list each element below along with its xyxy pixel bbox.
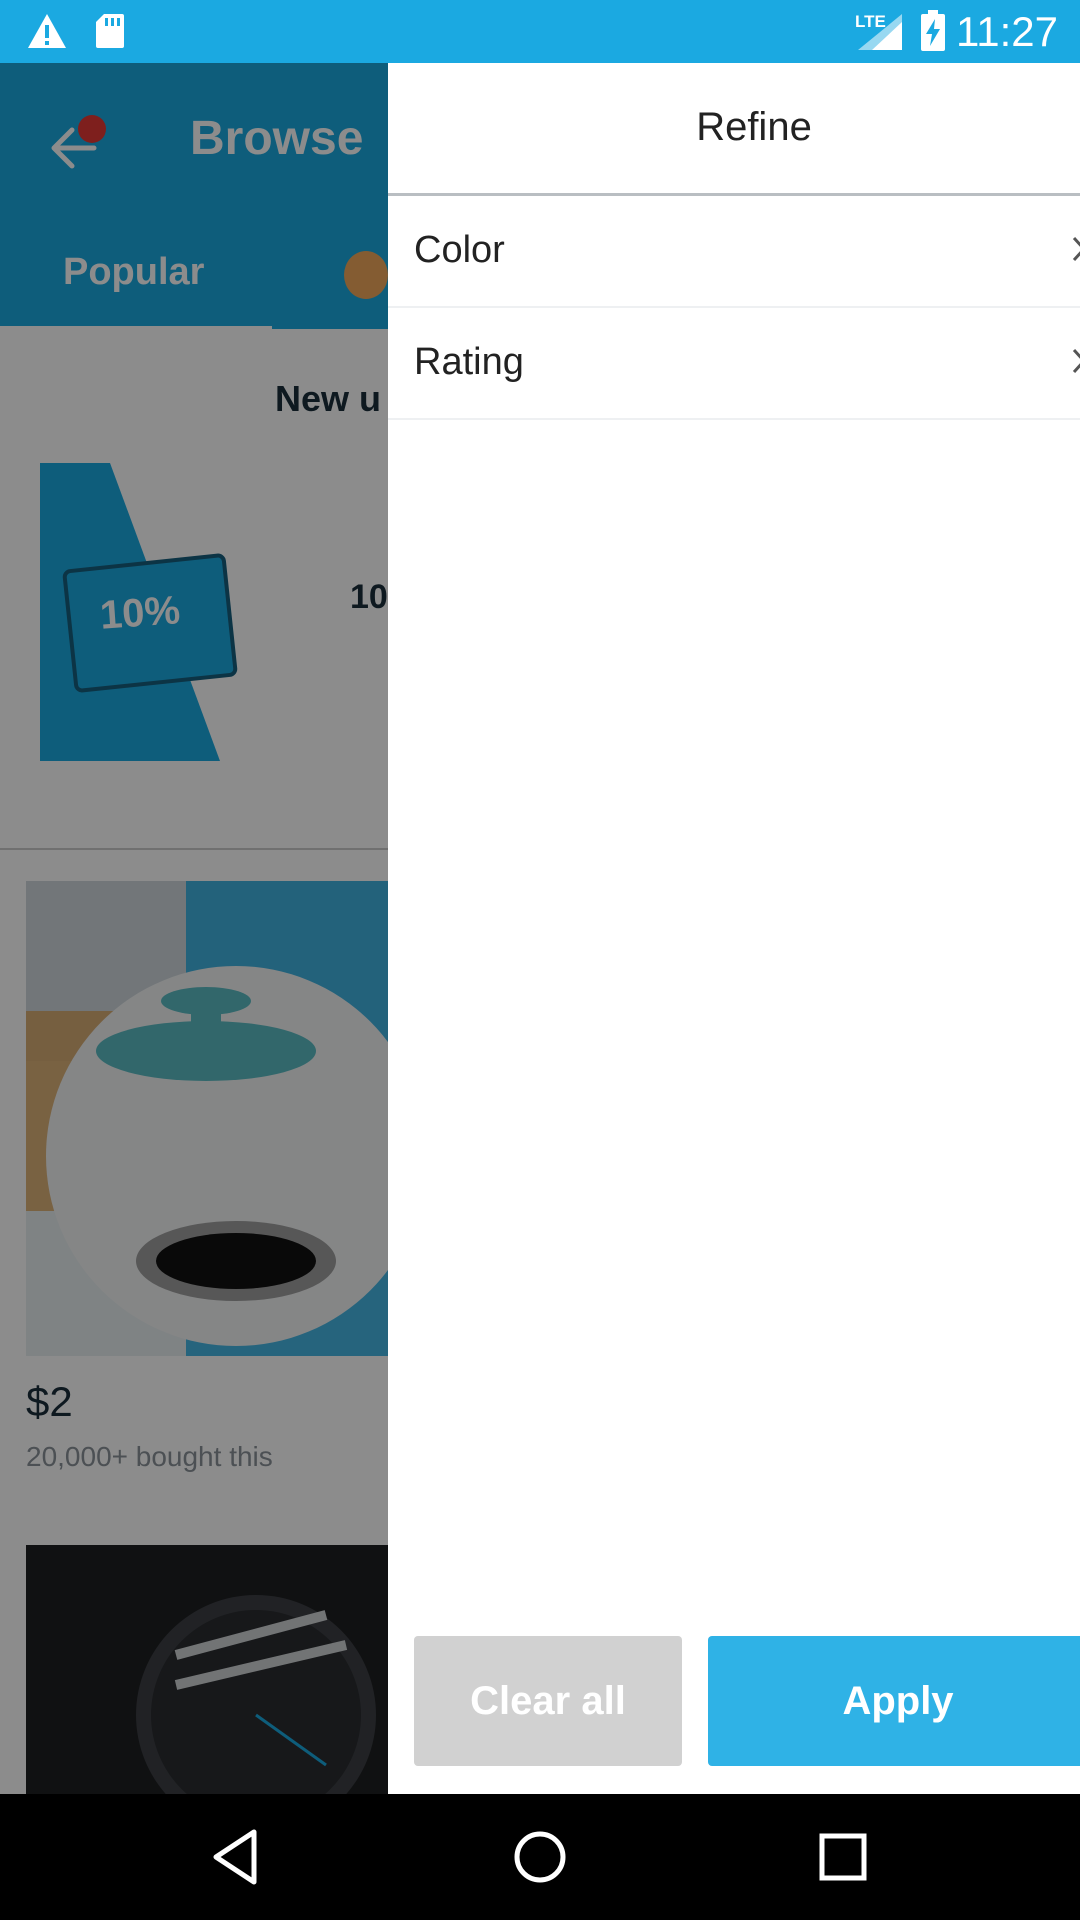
battery-charging-icon: [921, 10, 945, 51]
filter-label-color: Color: [414, 229, 505, 271]
warning-icon: [28, 14, 66, 48]
apply-button[interactable]: Apply: [708, 1636, 1080, 1766]
drawer-title: Refine: [696, 105, 812, 149]
nav-home-icon[interactable]: [507, 1824, 573, 1890]
dim-overlay[interactable]: [0, 63, 388, 1794]
system-nav-bar: [0, 1794, 1080, 1920]
status-time: 11:27: [956, 8, 1058, 55]
nav-back-icon[interactable]: [204, 1824, 270, 1890]
refine-drawer: Refine Color Rating Clear all Apply: [388, 63, 1080, 1794]
filter-row-rating[interactable]: Rating: [388, 308, 1080, 420]
chevron-right-icon: [1072, 348, 1080, 374]
filter-label-rating: Rating: [414, 341, 524, 383]
sd-card-icon: [96, 14, 124, 48]
nav-recents-icon[interactable]: [810, 1824, 876, 1890]
signal-icon: [858, 14, 902, 50]
filter-row-color[interactable]: Color: [388, 196, 1080, 308]
clear-all-button[interactable]: Clear all: [414, 1636, 682, 1766]
status-bar: LTE 11:27: [0, 0, 1080, 63]
chevron-right-icon: [1072, 236, 1080, 262]
